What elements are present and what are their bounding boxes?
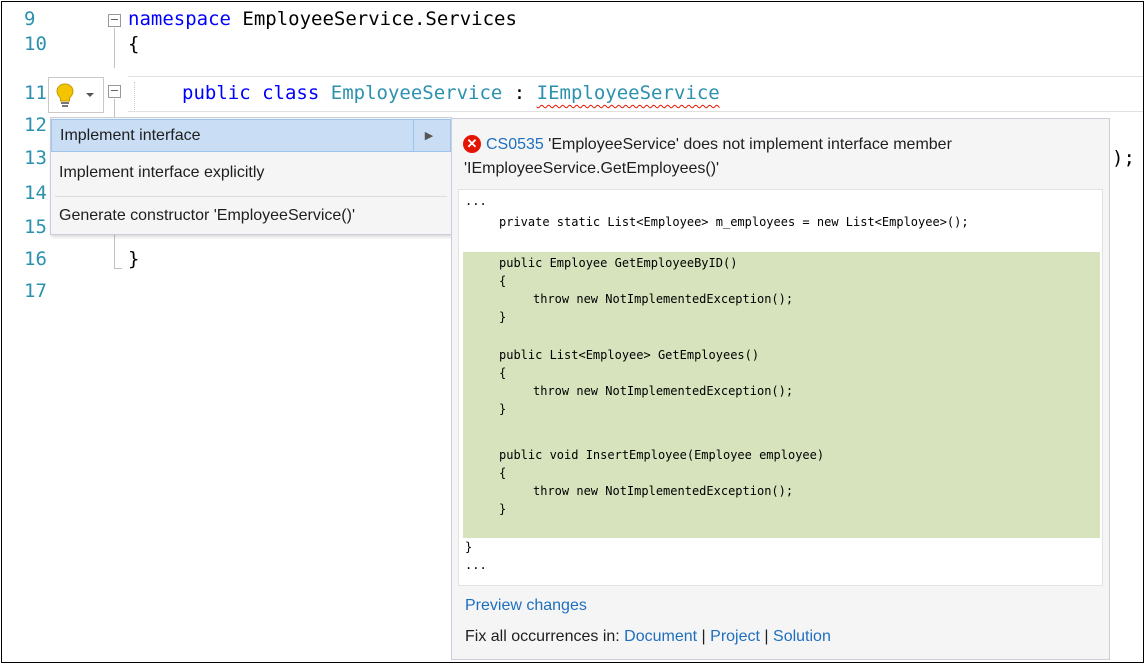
menu-item-implement-interface-explicitly[interactable]: Implement interface explicitly — [51, 156, 451, 190]
interface-name-error[interactable]: IEmployeeService — [537, 82, 720, 104]
menu-item-implement-interface[interactable]: Implement interface ▶ — [51, 119, 451, 152]
open-brace: { — [499, 366, 507, 380]
line-number: 16 — [24, 248, 47, 270]
code-editor: 9 10 11 12 13 14 15 16 17 − − namespace … — [1, 1, 1144, 663]
code-line-16: } — [128, 248, 140, 270]
throw-statement: throw new NotImplementedException(); — [533, 384, 794, 398]
throw-statement: throw new NotImplementedException(); — [533, 292, 794, 306]
line-number: 12 — [24, 114, 47, 136]
line-number: 13 — [24, 147, 47, 169]
ellipsis-top: ... — [465, 194, 487, 208]
preview-panel: ✕ CS0535 'EmployeeService' does not impl… — [451, 118, 1110, 660]
throw-statement: throw new NotImplementedException(); — [533, 484, 794, 498]
fix-scope-solution-link[interactable]: Solution — [773, 628, 831, 645]
fix-scope-project-link[interactable]: Project — [710, 628, 760, 645]
fix-all-label: Fix all occurrences in: — [465, 628, 620, 645]
method-signature: public Employee GetEmployeeByID() — [499, 256, 738, 270]
code-line-9: namespace EmployeeService.Services — [128, 8, 517, 30]
collapse-class-toggle[interactable]: − — [108, 85, 121, 98]
preview-header: ✕ CS0535 'EmployeeService' does not impl… — [452, 119, 1109, 189]
outline-end — [114, 268, 122, 269]
code-line-10: { — [128, 33, 140, 55]
menu-item-label: Implement interface — [60, 127, 201, 144]
close-brace: } — [499, 502, 507, 516]
close-brace: } — [499, 402, 507, 416]
open-brace: { — [499, 274, 507, 288]
class-keyword: class — [262, 82, 320, 104]
preview-footer: Preview changes Fix all occurrences in: … — [452, 589, 1109, 659]
code-diff-preview: ... private static List<Employee> m_empl… — [458, 189, 1103, 586]
outline-guide — [114, 28, 115, 68]
namespace-name: EmployeeService.Services — [230, 8, 517, 30]
collapse-namespace-toggle[interactable]: − — [108, 14, 121, 27]
namespace-keyword: namespace — [128, 8, 231, 30]
code-line-13-tail: ); — [1112, 147, 1135, 169]
line-number: 17 — [24, 280, 47, 302]
ellipsis-bottom: ... — [465, 558, 487, 572]
error-code-link[interactable]: CS0535 — [486, 136, 544, 153]
line-number: 10 — [24, 33, 47, 55]
menu-separator — [55, 196, 447, 197]
method-signature: public void InsertEmployee(Employee empl… — [499, 448, 825, 462]
fix-all-occurrences: Fix all occurrences in: Document | Proje… — [465, 628, 831, 646]
menu-item-label: Generate constructor 'EmployeeService()' — [59, 207, 356, 224]
lightbulb-icon — [56, 83, 74, 107]
inheritance-colon: : — [502, 82, 537, 104]
public-keyword: public — [182, 82, 251, 104]
field-declaration: private static List<Employee> m_employee… — [499, 215, 969, 229]
lightbulb-button[interactable] — [48, 77, 104, 113]
class-name: EmployeeService — [330, 82, 503, 104]
menu-item-generate-constructor[interactable]: Generate constructor 'EmployeeService()' — [51, 199, 451, 233]
line-number: 14 — [24, 182, 47, 204]
close-brace: } — [499, 310, 507, 324]
chevron-down-icon[interactable] — [85, 90, 95, 100]
open-brace: { — [499, 466, 507, 480]
scope-separator: | — [764, 628, 769, 645]
quick-actions-menu: Implement interface ▶ Implement interfac… — [50, 117, 452, 235]
class-close-brace: } — [465, 540, 473, 554]
fix-scope-document-link[interactable]: Document — [624, 628, 697, 645]
method-signature: public List<Employee> GetEmployees() — [499, 348, 760, 362]
error-description: CS0535 'EmployeeService' does not implem… — [464, 133, 1084, 181]
submenu-arrow-icon[interactable]: ▶ — [413, 120, 444, 152]
code-line-11[interactable]: public class EmployeeService : IEmployee… — [182, 82, 720, 104]
line-number: 15 — [24, 216, 47, 238]
menu-item-label: Implement interface explicitly — [59, 164, 265, 181]
preview-changes-link[interactable]: Preview changes — [465, 597, 587, 615]
scope-separator: | — [701, 628, 706, 645]
line-number: 9 — [24, 8, 36, 30]
